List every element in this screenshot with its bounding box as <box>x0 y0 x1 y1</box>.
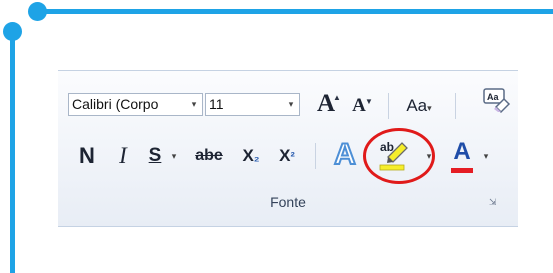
chevron-down-icon[interactable]: ▾ <box>188 94 200 115</box>
underline-button[interactable]: S <box>143 141 167 171</box>
svg-text:Aa: Aa <box>487 92 499 102</box>
font-name-value: Calibri (Corpo <box>72 96 159 112</box>
change-case-icon: Aa <box>406 96 428 115</box>
superscript-button[interactable]: X² <box>272 141 302 171</box>
annotation-circle <box>363 128 435 184</box>
italic-button[interactable]: I <box>110 141 136 171</box>
underline-icon: S <box>148 145 162 166</box>
separator <box>315 143 316 169</box>
grow-font-button[interactable]: A ▲ <box>311 89 341 119</box>
chevron-down-icon[interactable]: ▾ <box>285 94 297 115</box>
frame-left-line <box>10 30 15 273</box>
subscript-icon: X <box>242 146 254 165</box>
change-case-button[interactable]: Aa▾ <box>398 93 440 118</box>
chevron-down-icon: ▾ <box>427 103 432 113</box>
frame-dot <box>3 22 22 41</box>
frame-top-line <box>37 9 553 14</box>
font-color-swatch <box>451 168 473 173</box>
separator <box>388 93 389 119</box>
shrink-font-icon: A <box>352 95 366 116</box>
text-effects-button[interactable]: A <box>327 137 363 173</box>
font-color-icon: A <box>453 138 471 165</box>
frame-dot <box>28 2 47 21</box>
strikethrough-icon: abe <box>195 147 223 164</box>
subscript-mark: ₂ <box>253 149 260 164</box>
superscript-icon: X <box>279 146 291 165</box>
caret-down-icon: ▼ <box>365 97 373 106</box>
dialog-launcher-icon[interactable]: ⇲ <box>489 197 501 209</box>
font-color-button[interactable]: A <box>448 137 476 175</box>
underline-dropdown[interactable]: ▾ <box>168 151 180 165</box>
clear-formatting-button[interactable]: Aa <box>480 85 512 115</box>
bold-button[interactable]: N <box>73 141 101 171</box>
font-ribbon-group: Calibri (Corpo ▾ 11 ▾ A ▲ A ▼ Aa▾ Aa N I… <box>58 70 518 227</box>
chevron-down-icon: ▾ <box>483 151 489 161</box>
text-effects-icon: A <box>333 137 357 172</box>
group-label: Fonte <box>270 194 306 210</box>
bold-icon: N <box>79 143 95 168</box>
font-color-dropdown[interactable]: ▾ <box>480 151 492 165</box>
clear-formatting-icon: Aa <box>483 88 511 114</box>
strikethrough-button[interactable]: abe <box>186 141 232 171</box>
font-size-combobox[interactable]: 11 ▾ <box>205 93 300 116</box>
caret-up-icon: ▲ <box>333 93 341 102</box>
subscript-button[interactable]: X₂ <box>236 141 266 171</box>
italic-icon: I <box>119 143 127 168</box>
font-name-combobox[interactable]: Calibri (Corpo ▾ <box>68 93 203 116</box>
chevron-down-icon: ▾ <box>171 151 177 161</box>
shrink-font-button[interactable]: A ▼ <box>346 93 373 119</box>
separator <box>455 93 456 119</box>
font-size-value: 11 <box>209 96 224 112</box>
superscript-mark: ² <box>290 149 295 164</box>
